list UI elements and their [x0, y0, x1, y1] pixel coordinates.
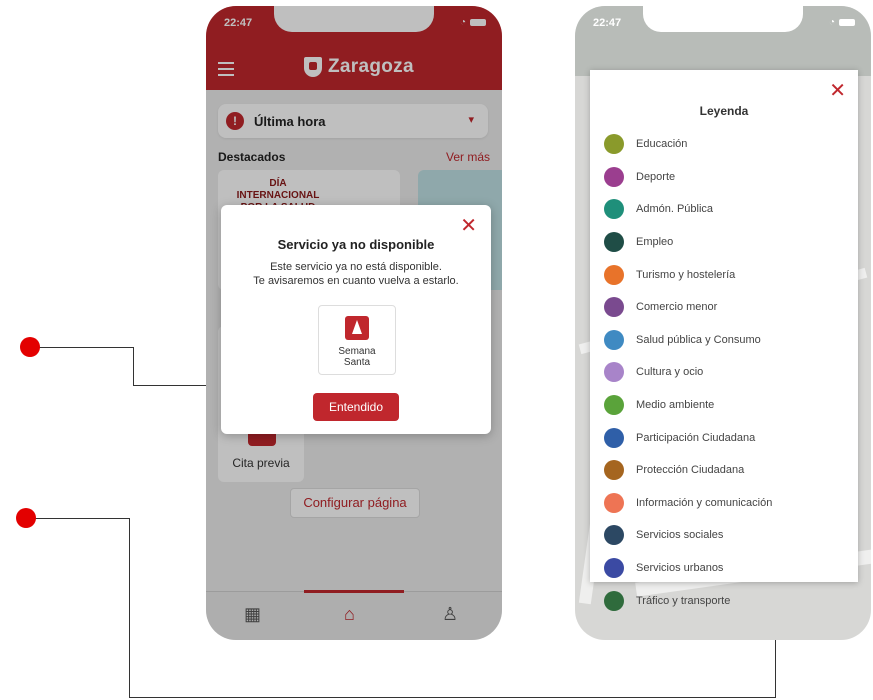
ball-icon	[604, 166, 624, 187]
connector-line	[30, 518, 130, 519]
basket-icon	[604, 297, 624, 318]
people-icon	[604, 427, 624, 448]
masks-icon	[604, 362, 624, 383]
book-icon	[604, 134, 624, 155]
legend-item: Educación	[604, 128, 772, 161]
connector-line	[133, 347, 134, 385]
heart-icon	[604, 329, 624, 350]
modal-description: Este servicio ya no está disponible. Te …	[221, 260, 491, 288]
legend-item: Salud pública y Consumo	[604, 324, 772, 357]
connector-line	[129, 518, 130, 697]
connector-line	[30, 347, 134, 348]
annotation-dot	[16, 508, 36, 528]
legend-item-label: Cultura y ocio	[636, 366, 704, 379]
legend-item-label: Información y comunicación	[636, 496, 773, 509]
legend-item-label: Tráfico y transporte	[636, 594, 731, 607]
service-label: Semana Santa	[319, 346, 395, 368]
legend-item-label: Participación Ciudadana	[636, 431, 756, 444]
nazareno-icon	[345, 316, 369, 340]
close-icon[interactable]: ✕	[460, 213, 477, 238]
house-icon	[604, 558, 624, 579]
legend-item-label: Educación	[636, 138, 688, 151]
leaf-icon	[604, 395, 624, 416]
legend-list: Educación Deporte Admón. Pública Empleo Turi…	[604, 128, 772, 617]
legend-item: Servicios sociales	[604, 519, 772, 552]
legend-item-label: Protección Ciudadana	[636, 464, 745, 477]
legend-item-label: Servicios urbanos	[636, 562, 724, 575]
legend-panel: ✕ Leyenda Educación Deporte Admón. Pública…	[590, 70, 858, 611]
info-icon	[604, 492, 624, 513]
phone-notch	[643, 6, 803, 32]
legend-item-label: Empleo	[636, 236, 674, 249]
legend-item-label: Admón. Pública	[636, 203, 714, 216]
battery-icon	[839, 18, 855, 26]
legend-item: Cultura y ocio	[604, 356, 772, 389]
person-walk-icon	[604, 460, 624, 481]
building-icon	[604, 199, 624, 220]
legend-item: Medio ambiente	[604, 389, 772, 422]
legend-item: Comercio menor	[604, 291, 772, 324]
legend-item: Admón. Pública	[604, 193, 772, 226]
legend-item: Información y comunicación	[604, 487, 772, 520]
status-time: 22:47	[593, 17, 622, 29]
car-icon	[604, 590, 624, 611]
hands-icon	[604, 525, 624, 546]
legend-item-label: Salud pública y Consumo	[636, 333, 761, 346]
service-label-line-2: Santa	[343, 357, 371, 368]
legend-item: Deporte	[604, 161, 772, 194]
legend-item-label: Turismo y hostelería	[636, 268, 736, 281]
service-label-line-1: Semana	[338, 346, 376, 357]
legend-title: Leyenda	[699, 104, 749, 118]
close-icon[interactable]: ✕	[829, 78, 846, 103]
legend-item-label: Medio ambiente	[636, 399, 715, 412]
semana-santa-tile: Semana Santa	[318, 305, 396, 375]
legend-item-label: Servicios sociales	[636, 529, 724, 542]
status-icons: ◔	[829, 17, 855, 28]
wifi-icon: ◔	[828, 17, 835, 28]
legend-item: Servicios urbanos	[604, 552, 772, 585]
connector-line	[129, 697, 776, 698]
legend-item: Tráfico y transporte	[604, 584, 772, 617]
legend-item: Protección Ciudadana	[604, 454, 772, 487]
entendido-button[interactable]: Entendido	[313, 393, 399, 421]
annotation-dot	[20, 337, 40, 357]
legend-item: Turismo y hostelería	[604, 258, 772, 291]
legend-item-label: Deporte	[636, 170, 676, 183]
modal-desc-line-1: Este servicio ya no está disponible.	[270, 261, 442, 273]
service-unavailable-modal: ✕ Servicio ya no disponible Este servici…	[221, 205, 491, 434]
legend-item: Empleo	[604, 226, 772, 259]
signpost-icon	[604, 264, 624, 285]
legend-item-label: Comercio menor	[636, 301, 718, 314]
modal-desc-line-2: Te avisaremos en cuanto vuelva a estarlo…	[253, 275, 459, 287]
legend-item: Participación Ciudadana	[604, 421, 772, 454]
briefcase-icon	[604, 232, 624, 253]
modal-title: Servicio ya no disponible	[277, 237, 435, 252]
